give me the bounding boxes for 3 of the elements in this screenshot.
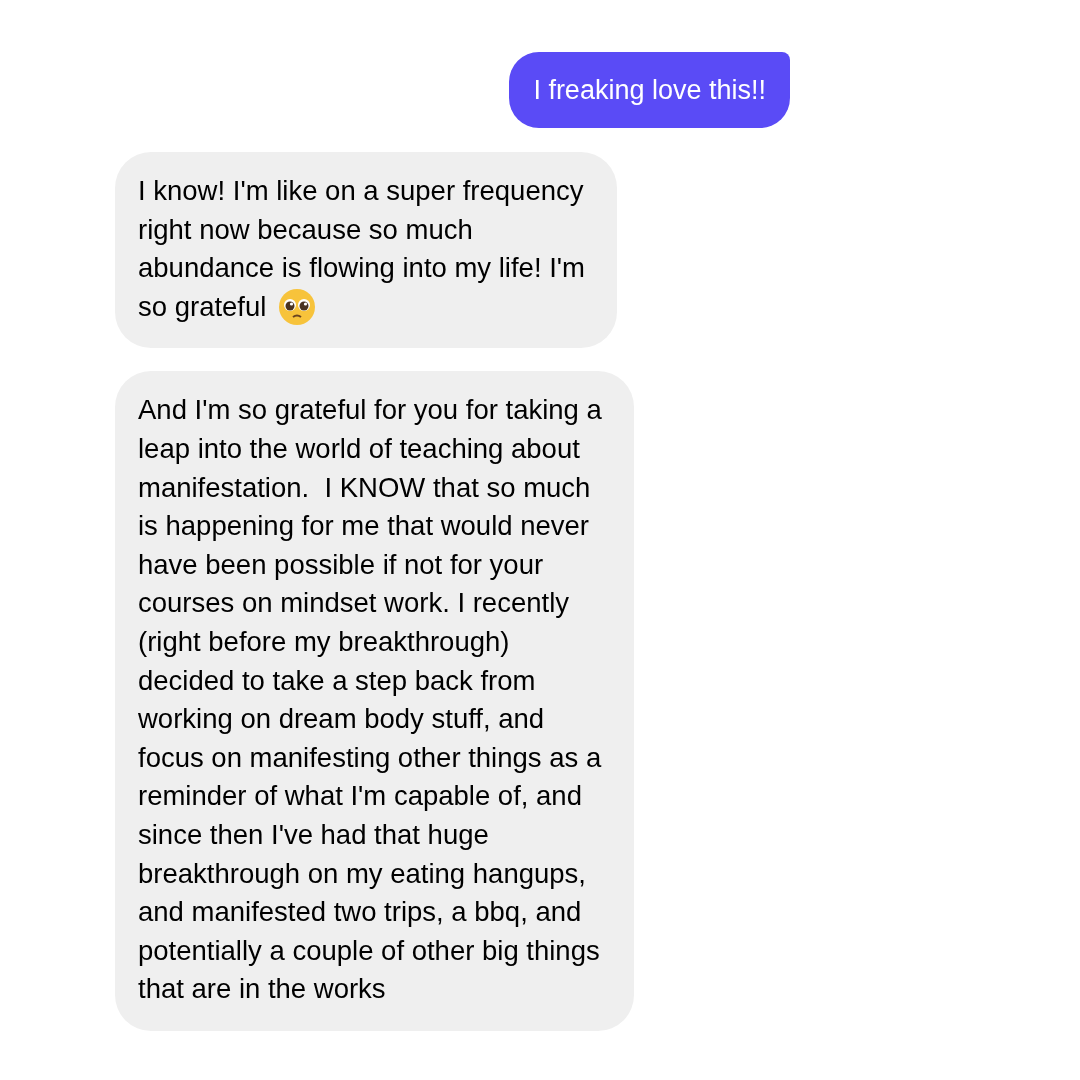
message-text: And I'm so grateful for you for taking a leap into the world of teaching about manifestation. I KNOW that so much is happening for me that would never have been possible if not for your courses on mindset work. I recently (right before my breakthrough) decided to take a step back from working on dream body stuff, and focus on manifesting other things as a reminder of what I'm capable of, and since then I've had that huge breakthrough on my eating hangups, and manifested two trips, a bbq, and potentially a couple of other big things that are in the works bbox=[138, 394, 602, 1005]
message-text: so grateful bbox=[138, 289, 267, 324]
message-text: I freaking love this!! bbox=[533, 75, 766, 105]
